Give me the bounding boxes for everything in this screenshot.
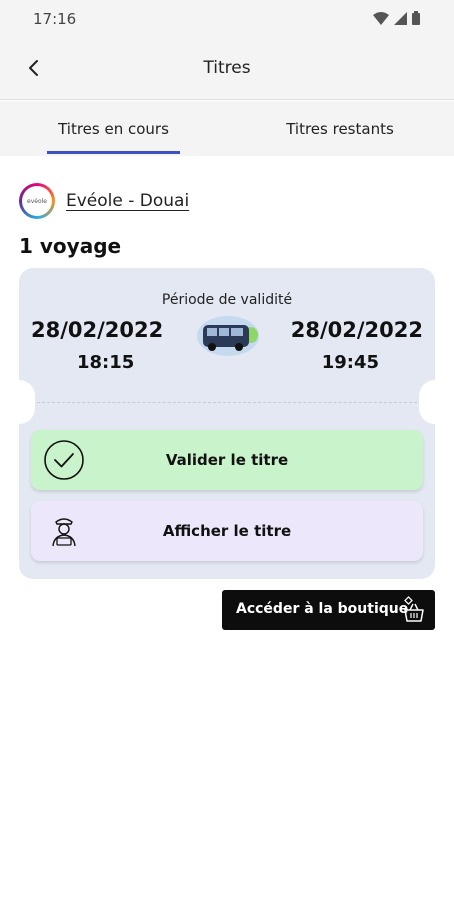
validity-label: Période de validité [161,292,293,308]
battery-icon [412,11,420,25]
operator-row: evéole Evéole - Douai [19,183,189,219]
ticket-divider [37,402,417,403]
tab-titres-en-cours[interactable]: Titres en cours [47,101,180,156]
signal-icon [394,11,407,25]
ticket-card: Période de validité 28/02/2022 18:15 28/… [19,268,435,579]
active-tab-indicator [47,151,180,154]
app-header: Titres [0,36,454,100]
operator-logo: evéole [19,183,55,219]
validate-ticket-button[interactable]: Valider le titre [31,430,423,490]
page-title: Titres [203,58,251,78]
operator-name-link[interactable]: Evéole - Douai [66,191,189,211]
wifi-icon [373,11,389,25]
end-date: 28/02/2022 [290,318,423,342]
validate-ticket-label: Valider le titre [165,451,289,469]
ticket-title: 1 voyage [19,234,122,258]
status-time: 17:16 [33,10,77,28]
tab-bar: Titres en cours Titres restants [0,101,454,156]
start-time: 18:15 [77,352,135,373]
shop-button[interactable]: Accéder à la boutique [222,590,435,630]
show-ticket-button[interactable]: Afficher le titre [31,501,423,561]
status-bar: 17:16 [0,0,454,36]
show-ticket-label: Afficher le titre [162,522,292,540]
end-time: 19:45 [321,352,379,373]
bus-icon [197,316,259,356]
shopping-basket-icon [404,596,424,622]
operator-logo-text: evéole [22,186,52,216]
status-icons [373,11,420,25]
ticket-notch-right [419,380,435,424]
shop-button-label: Accéder à la boutique [236,601,409,617]
ticket-notch-left [19,380,35,424]
tab-titres-restants[interactable]: Titres restants [270,101,410,156]
start-date: 28/02/2022 [31,318,164,342]
